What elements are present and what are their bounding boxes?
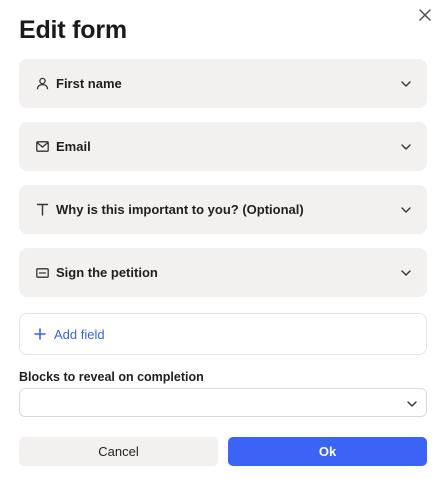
dialog-title: Edit form [19,16,127,44]
edit-form-dialog: Edit form First name Email Why is this i… [0,0,446,485]
add-field-label: Add field [54,326,105,342]
button-icon [35,266,49,280]
chevron-down-icon[interactable] [399,77,413,91]
chevron-down-icon [407,394,417,412]
field-row-first-name[interactable]: First name [19,59,427,108]
plus-icon [33,327,47,341]
close-icon [419,8,431,26]
field-label: Sign the petition [56,265,158,280]
field-row-email[interactable]: Email [19,122,427,171]
add-field-button[interactable]: Add field [19,313,427,355]
reveal-blocks-select[interactable] [19,388,427,417]
field-label: First name [56,76,122,91]
field-row-why-important[interactable]: Why is this important to you? (Optional) [19,185,427,234]
ok-button[interactable]: Ok [228,437,427,466]
reveal-blocks-label: Blocks to reveal on completion [19,370,204,384]
field-label: Why is this important to you? (Optional) [56,202,304,217]
text-icon [35,203,49,217]
chevron-down-icon[interactable] [399,203,413,217]
person-icon [35,77,49,91]
envelope-icon [35,140,49,154]
field-row-sign-petition[interactable]: Sign the petition [19,248,427,297]
close-button[interactable] [413,7,437,27]
chevron-down-icon[interactable] [399,266,413,280]
chevron-down-icon[interactable] [399,140,413,154]
field-label: Email [56,139,91,154]
cancel-button[interactable]: Cancel [19,437,218,466]
